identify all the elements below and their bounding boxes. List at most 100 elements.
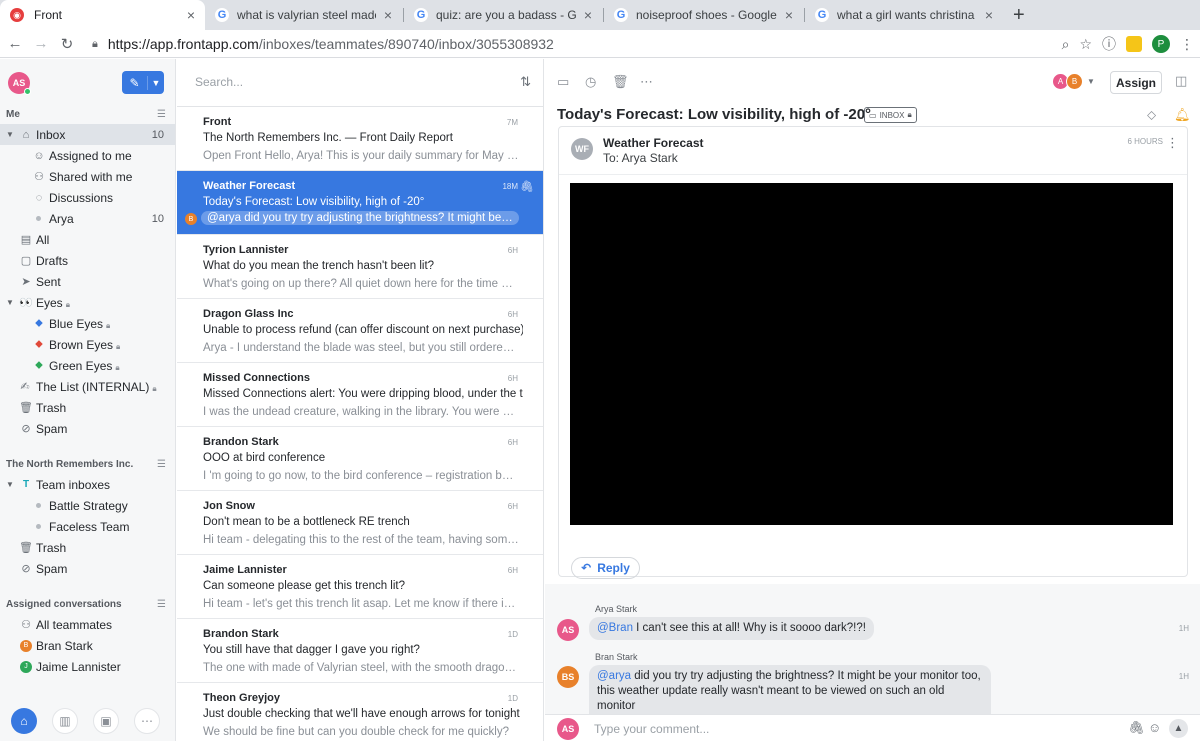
conversation-row[interactable]: Dragon Glass Inc 6H Unable to process re… [177, 299, 543, 363]
inbox-icon: ▭ [869, 110, 877, 120]
profile-avatar[interactable]: P [1152, 35, 1170, 53]
sidebar-item-team-spam[interactable]: ⊘ Spam [0, 558, 175, 579]
section-menu-icon[interactable]: ☰ [157, 109, 166, 120]
bell-icon[interactable]: 🔔︎ [1174, 107, 1191, 123]
inbox-badge[interactable]: ▭ INBOX 🔒︎ [864, 107, 917, 123]
sidebar-item-all[interactable]: ▤ All [0, 229, 175, 250]
paperclip-icon[interactable]: 🖇︎ [1128, 720, 1145, 736]
sidebar-item-jaime-lannister[interactable]: J Jaime Lannister [0, 656, 175, 677]
snooze-clock-icon[interactable]: ◷ [585, 74, 596, 90]
more-icon[interactable]: ⋯ [134, 708, 160, 734]
user-avatar[interactable]: AS [8, 72, 31, 95]
close-icon[interactable]: × [785, 7, 793, 23]
browser-tab-front[interactable]: ◉ Front × [0, 0, 205, 30]
sidebar-item-faceless-team[interactable]: Faceless Team [0, 516, 175, 537]
conversation-row[interactable]: Theon Greyjoy 1D Just double checking th… [177, 683, 543, 741]
zoom-search-icon[interactable]: ⌕ [1062, 36, 1070, 53]
info-circle-icon[interactable]: ⓘ [1102, 34, 1116, 54]
reload-icon[interactable]: ↻ [54, 35, 80, 53]
sort-icon[interactable]: ⇅ [520, 74, 531, 90]
chevron-down-icon[interactable]: ▼ [6, 130, 14, 139]
emoji-icon[interactable]: ☺ [1148, 720, 1161, 735]
forward-arrow-icon[interactable]: → [28, 35, 54, 52]
sidebar-item-inbox[interactable]: ▼ ⌂ Inbox 10 [0, 124, 175, 145]
back-arrow-icon[interactable]: ← [2, 35, 28, 52]
new-tab-button[interactable]: + [1013, 4, 1025, 27]
address-bar[interactable]: 🔒︎ https://app.frontapp.com/inboxes/team… [92, 32, 1078, 56]
search-input[interactable]: Search... [195, 75, 243, 89]
comment-input[interactable]: Type your comment... [594, 722, 709, 736]
trash-icon[interactable]: 🗑︎ [612, 74, 629, 90]
sidebar-item-brown-eyes[interactable]: ⬥ Brown Eyes 🔒︎ [0, 334, 175, 355]
contacts-icon[interactable]: ▣ [93, 708, 119, 734]
sidebar-item-trash[interactable]: 🗑︎ Trash [0, 397, 175, 418]
conversation-row[interactable]: Missed Connections 6H Missed Connections… [177, 363, 543, 427]
chevron-down-icon[interactable]: ▼ [6, 480, 14, 489]
sidebar-item-sent[interactable]: ➤ Sent [0, 271, 175, 292]
sidebar-item-eyes[interactable]: ▼ 👀 Eyes 🔒︎ [0, 292, 175, 313]
kebab-menu-icon[interactable]: ⋮ [1166, 135, 1179, 151]
browser-tab-valyrian[interactable]: G what is valyrian steel made of - × [205, 0, 402, 30]
conversation-row[interactable]: Front 7M The North Remembers Inc. — Fron… [177, 107, 543, 171]
close-icon[interactable]: × [985, 7, 993, 23]
inbox-icon: ⌂ [22, 128, 30, 141]
conversation-row[interactable]: Jon Snow 6H Don't mean to be a bottlenec… [177, 491, 543, 555]
conversation-time: 6H [507, 502, 518, 511]
analytics-icon[interactable]: ▥ [52, 708, 78, 734]
browser-tab-shoes[interactable]: G noiseproof shoes - Google Sea × [604, 0, 803, 30]
section-menu-icon[interactable]: ☰ [157, 459, 166, 470]
send-arrow-icon[interactable]: ▲ [1169, 719, 1188, 738]
extension-icon[interactable] [1126, 36, 1142, 52]
mention[interactable]: @arya [597, 670, 631, 682]
google-icon: G [414, 8, 428, 22]
conversation-row-selected[interactable]: Weather Forecast 18M 🖇︎ Today's Forecast… [177, 171, 543, 235]
google-icon: G [215, 8, 229, 22]
sidebar-item-the-list[interactable]: ✍ The List (INTERNAL) 🔒︎ [0, 376, 175, 397]
sidebar-item-blue-eyes[interactable]: ⬥ Blue Eyes 🔒︎ [0, 313, 175, 334]
sidebar-item-green-eyes[interactable]: ⬥ Green Eyes 🔒︎ [0, 355, 175, 376]
sidebar-item-battle-strategy[interactable]: Battle Strategy [0, 495, 175, 516]
star-icon[interactable]: ☆ [1079, 36, 1092, 53]
conversation-row[interactable]: Tyrion Lannister 6H What do you mean the… [177, 235, 543, 299]
sidebar-item-label: The List (INTERNAL) [36, 379, 150, 394]
sidebar-item-discussions[interactable]: ◌ Discussions [0, 187, 175, 208]
people-icon: ⚇ [34, 171, 44, 183]
divider [559, 174, 1187, 175]
conversation-row[interactable]: Brandon Stark 6H OOO at bird conference … [177, 427, 543, 491]
sidebar-item-all-teammates[interactable]: ⚇ All teammates [0, 614, 175, 635]
sidebar-item-bran-stark[interactable]: B Bran Stark [0, 635, 175, 656]
conversation-preview: What's going on up there? All quiet down… [203, 278, 519, 290]
close-icon[interactable]: × [384, 7, 392, 23]
browser-tab-quiz[interactable]: G quiz: are you a badass - Googl × [404, 0, 602, 30]
tab-title: noiseproof shoes - Google Sea [636, 8, 777, 22]
close-icon[interactable]: × [187, 7, 195, 23]
more-icon[interactable]: ⋯ [640, 74, 653, 90]
sidebar-item-drafts[interactable]: ▢ Drafts [0, 250, 175, 271]
assign-button[interactable]: Assign [1110, 71, 1162, 94]
inbox-icon[interactable]: ⌂ [11, 708, 37, 734]
reply-button[interactable]: ↶ Reply [571, 557, 640, 579]
compose-button[interactable]: ✎ ▼ [122, 71, 164, 94]
sidebar-item-team-trash[interactable]: 🗑︎ Trash [0, 537, 175, 558]
sidebar-item-arya[interactable]: Arya 10 [0, 208, 175, 229]
mention[interactable]: @Bran [597, 622, 633, 634]
sidebar-item-spam[interactable]: ⊘ Spam [0, 418, 175, 439]
browser-tab-girl[interactable]: G what a girl wants christina agui × [805, 0, 1003, 30]
close-icon[interactable]: × [584, 7, 592, 23]
kebab-menu-icon[interactable]: ⋮ [1180, 36, 1194, 53]
paperclip-icon: 🖇︎ [520, 181, 534, 193]
section-menu-icon[interactable]: ☰ [157, 599, 166, 610]
chevron-down-icon[interactable]: ▼ [148, 78, 164, 88]
chevron-down-icon[interactable]: ▼ [6, 298, 14, 307]
sidebar-item-team-inboxes[interactable]: ▼ T Team inboxes [0, 474, 175, 495]
assignee-picker[interactable]: A B ▼ [1052, 73, 1095, 90]
tag-icon[interactable]: ⬦ [1147, 107, 1156, 123]
archive-icon[interactable]: ▭ [557, 74, 569, 90]
sidebar-item-shared-with-me[interactable]: ⚇ Shared with me [0, 166, 175, 187]
conversation-row[interactable]: Brandon Stark 1D You still have that dag… [177, 619, 543, 683]
sidebar-toggle-icon[interactable]: ◫ [1175, 73, 1187, 89]
message-time: 6 HOURS [1127, 137, 1163, 146]
conversation-row[interactable]: Jaime Lannister 6H Can someone please ge… [177, 555, 543, 619]
avatar: AS [557, 619, 579, 641]
sidebar-item-assigned-to-me[interactable]: ☺ Assigned to me [0, 145, 175, 166]
